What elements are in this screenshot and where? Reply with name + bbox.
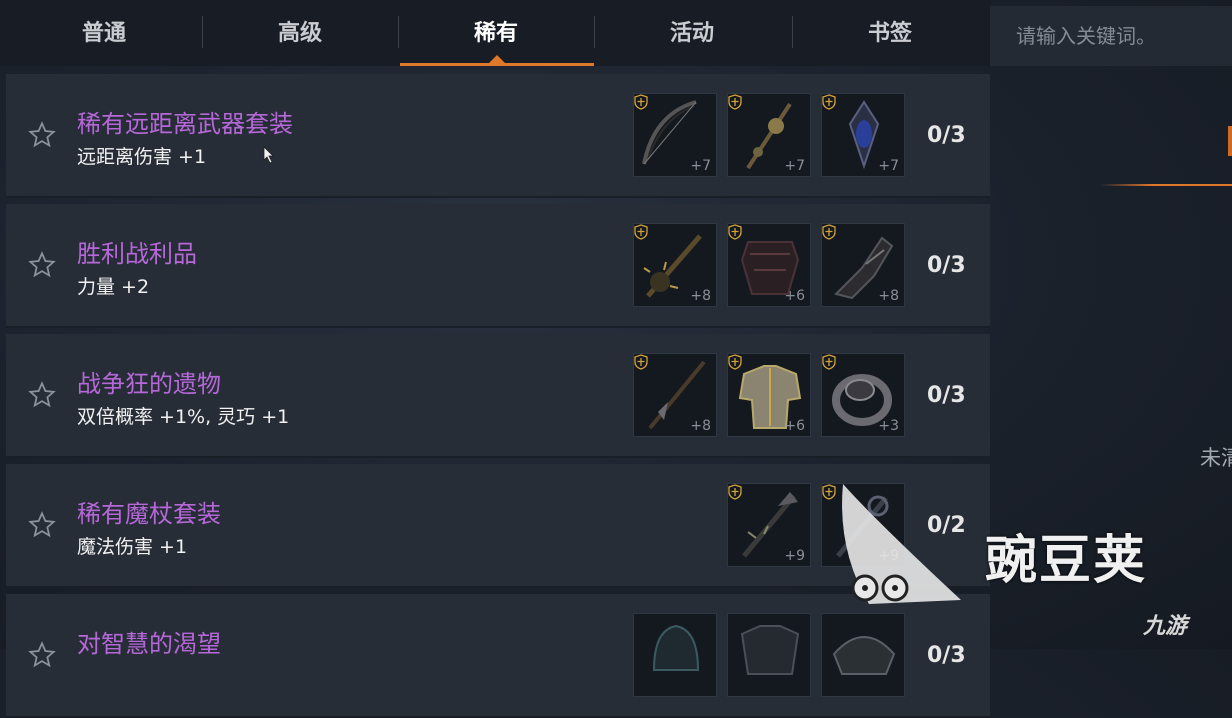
detail-panel-divider — [1100, 184, 1232, 186]
tab-bar: 普通 高级 稀有 活动 书签 — [0, 0, 990, 66]
set-bonus: 双倍概率 +1%, 灵巧 +1 — [77, 406, 290, 428]
enhance-level: +8 — [690, 288, 711, 304]
set-name: 胜利战利品 — [77, 240, 197, 268]
enhance-level: +7 — [690, 158, 711, 174]
set-progress: 0/3 — [927, 253, 966, 278]
set-bonus: 远距离伤害 +1 — [77, 146, 207, 168]
set-item-slot[interactable]: +7 — [727, 93, 811, 177]
set-name: 对智慧的渴望 — [77, 630, 221, 658]
armor-icon — [740, 625, 800, 675]
set-row[interactable]: 对智慧的渴望 0/3 — [6, 594, 990, 718]
set-progress: 0/2 — [927, 513, 966, 538]
shield-icon — [728, 94, 742, 110]
set-bonus: 魔法伤害 +1 — [77, 536, 188, 558]
active-tab-caret-icon — [489, 55, 505, 63]
shield-icon — [822, 224, 836, 240]
set-row[interactable]: 战争狂的遗物 双倍概率 +1%, 灵巧 +1 +8 +6 +3 0/3 — [6, 334, 990, 458]
shield-icon — [728, 354, 742, 370]
enhance-level: +9 — [878, 548, 899, 564]
set-item-slot[interactable]: +6 — [727, 223, 811, 307]
set-item-slot[interactable]: +7 — [821, 93, 905, 177]
tab-bookmark[interactable]: 书签 — [792, 0, 988, 62]
bookmark-star-icon[interactable] — [28, 121, 56, 149]
set-item-slot[interactable] — [821, 613, 905, 697]
set-item-slot[interactable]: +8 — [633, 353, 717, 437]
mouse-cursor-icon — [263, 146, 274, 164]
enhance-level: +6 — [784, 418, 805, 434]
set-item-slot[interactable]: +9 — [727, 483, 811, 567]
shield-icon — [728, 224, 742, 240]
set-item-slot[interactable]: +9 — [821, 483, 905, 567]
enhance-level: +7 — [784, 158, 805, 174]
set-item-slot[interactable]: +7 — [633, 93, 717, 177]
enhance-level: +6 — [784, 288, 805, 304]
enhance-level: +7 — [878, 158, 899, 174]
set-row[interactable]: 稀有远距离武器套装 远距离伤害 +1 +7 +7 +7 0/3 — [6, 74, 990, 198]
detail-empty-text: 未清 — [1200, 446, 1232, 470]
tab-event[interactable]: 活动 — [594, 0, 790, 62]
active-tab-underline — [400, 63, 594, 66]
bookmark-star-icon[interactable] — [28, 511, 56, 539]
set-item-slot[interactable]: +8 — [633, 223, 717, 307]
set-progress: 0/3 — [927, 383, 966, 408]
detail-panel: 未清 — [990, 66, 1232, 649]
shield-icon — [634, 354, 648, 370]
shield-icon — [822, 94, 836, 110]
enhance-level: +3 — [878, 418, 899, 434]
bookmark-star-icon[interactable] — [28, 641, 56, 669]
set-progress: 0/3 — [927, 123, 966, 148]
set-bonus: 力量 +2 — [77, 276, 150, 298]
enhance-level: +8 — [690, 418, 711, 434]
set-item-slot[interactable] — [727, 613, 811, 697]
detail-panel-marker — [1228, 126, 1232, 156]
bookmark-star-icon[interactable] — [28, 251, 56, 279]
set-item-slot[interactable]: +6 — [727, 353, 811, 437]
enhance-level: +9 — [784, 548, 805, 564]
tab-normal[interactable]: 普通 — [6, 0, 202, 62]
shield-icon — [822, 484, 836, 500]
set-item-slot[interactable]: +3 — [821, 353, 905, 437]
search-input[interactable] — [990, 6, 1232, 66]
set-name: 稀有远距离武器套装 — [77, 110, 293, 138]
helmet-icon — [652, 624, 700, 671]
set-name: 稀有魔杖套装 — [77, 500, 221, 528]
set-row[interactable]: 稀有魔杖套装 魔法伤害 +1 +9 +9 0/2 — [6, 464, 990, 588]
shield-icon — [634, 224, 648, 240]
set-row[interactable]: 胜利战利品 力量 +2 +8 +6 +8 0/3 — [6, 204, 990, 328]
tab-rare[interactable]: 稀有 — [398, 0, 594, 62]
set-name: 战争狂的遗物 — [77, 370, 221, 398]
shield-icon — [634, 94, 648, 110]
tab-advanced[interactable]: 高级 — [202, 0, 398, 62]
enhance-level: +8 — [878, 288, 899, 304]
set-item-slot[interactable]: +8 — [821, 223, 905, 307]
set-item-slot[interactable] — [633, 613, 717, 697]
shield-icon — [728, 484, 742, 500]
set-progress: 0/3 — [927, 643, 966, 668]
bookmark-star-icon[interactable] — [28, 381, 56, 409]
shield-icon — [822, 354, 836, 370]
shoulder-icon — [832, 636, 896, 675]
